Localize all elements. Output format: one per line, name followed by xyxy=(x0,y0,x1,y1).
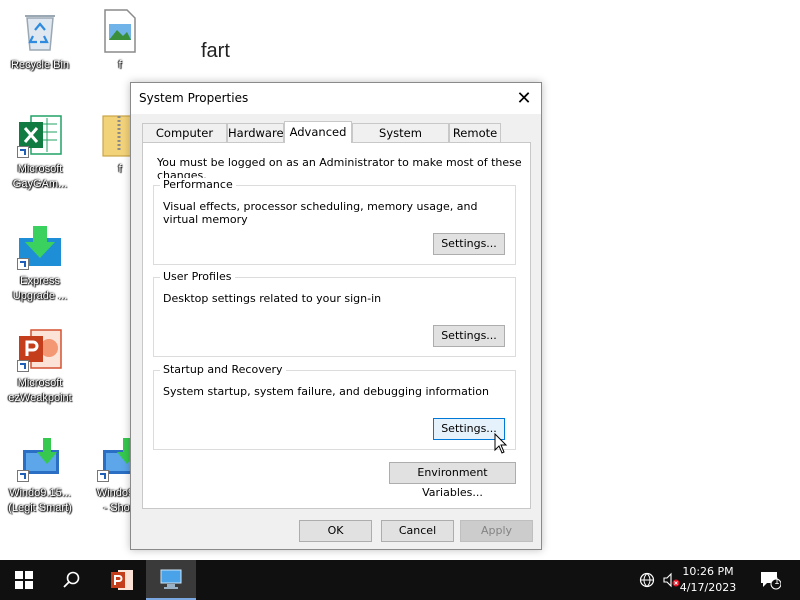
shortcut-arrow-icon xyxy=(97,470,109,482)
group-performance: Performance Visual effects, processor sc… xyxy=(153,178,516,265)
performance-settings-button[interactable]: Settings... xyxy=(433,233,505,255)
desktop-icon-setup-1[interactable]: Windo9.15... (Legit Smart) xyxy=(0,436,80,516)
desktop-icon-recycle-bin[interactable]: Recycle Bin xyxy=(0,8,80,73)
desktop-icon-express-upgrade[interactable]: Express Upgrade ... xyxy=(0,224,80,304)
desktop-icon-label: Windo9.15... (Legit Smart) xyxy=(8,487,72,514)
shortcut-arrow-icon xyxy=(17,360,29,372)
desktop-icon-powerpoint[interactable]: Microsoft ezWeakpoint xyxy=(0,326,80,406)
cancel-button[interactable]: Cancel xyxy=(381,520,454,542)
group-title: Startup and Recovery xyxy=(160,363,286,376)
notification-center-button[interactable]: 1 xyxy=(752,560,788,600)
taskbar-system-properties[interactable] xyxy=(146,560,196,600)
powerpoint-icon xyxy=(111,570,133,590)
start-button[interactable] xyxy=(0,560,48,600)
clock-date: 4/17/2023 xyxy=(679,581,737,594)
desktop-icon-label: Microsoft ezWeakpoint xyxy=(8,377,72,404)
group-startup-recovery: Startup and Recovery System startup, sys… xyxy=(153,363,516,450)
group-description: System startup, system failure, and debu… xyxy=(163,385,489,398)
ok-button[interactable]: OK xyxy=(299,520,372,542)
tab-advanced[interactable]: Advanced xyxy=(284,121,352,143)
download-arrow-icon xyxy=(17,224,63,270)
shortcut-arrow-icon xyxy=(17,146,29,158)
recycle-bin-icon xyxy=(17,8,63,54)
tab-panel-advanced: You must be logged on as an Administrato… xyxy=(142,142,531,509)
notification-count: 1 xyxy=(774,577,780,587)
close-icon[interactable]: ✕ xyxy=(507,83,541,114)
environment-variables-button[interactable]: Environment Variables... xyxy=(389,462,516,499)
group-description: Visual effects, processor scheduling, me… xyxy=(163,200,478,226)
powerpoint-icon xyxy=(17,326,63,372)
taskbar-powerpoint[interactable] xyxy=(98,560,146,600)
network-icon[interactable] xyxy=(636,560,658,600)
desktop-icon-label: Microsoft GayGAm... xyxy=(12,163,68,190)
clock-time: 10:26 PM xyxy=(682,565,734,578)
tab-hardware[interactable]: Hardware xyxy=(227,123,284,142)
group-description: Desktop settings related to your sign-in xyxy=(163,292,382,305)
desktop-text: fart xyxy=(201,40,230,62)
group-user-profiles: User Profiles Desktop settings related t… xyxy=(153,270,516,357)
tab-system-protection[interactable]: System Protection xyxy=(352,123,449,159)
desktop-icon-excel[interactable]: Microsoft GayGAm... xyxy=(0,112,80,192)
search-button[interactable] xyxy=(48,560,96,600)
group-title: User Profiles xyxy=(160,270,235,283)
desktop-icon-label: f xyxy=(118,59,122,71)
image-file-icon xyxy=(97,8,143,54)
shortcut-arrow-icon xyxy=(17,470,29,482)
clock[interactable]: 10:26 PM 4/17/2023 xyxy=(678,564,738,596)
apply-button[interactable]: Apply xyxy=(460,520,533,542)
desktop-icon-label: Express Upgrade ... xyxy=(12,275,68,302)
setup-icon xyxy=(17,436,63,482)
search-icon xyxy=(63,571,80,588)
tab-remote[interactable]: Remote xyxy=(449,123,501,142)
desktop-icon-label: Recycle Bin xyxy=(10,59,70,71)
tab-computer-name[interactable]: Computer Name xyxy=(142,123,227,159)
windows-logo-icon xyxy=(15,571,33,589)
desktop-icon-image-file[interactable]: f xyxy=(80,8,160,73)
excel-icon xyxy=(17,112,63,158)
shortcut-arrow-icon xyxy=(17,258,29,270)
system-properties-dialog: System Properties ✕ Computer Name Hardwa… xyxy=(130,82,542,550)
user-profiles-settings-button[interactable]: Settings... xyxy=(433,325,505,347)
computer-icon xyxy=(160,569,182,589)
mouse-cursor-icon xyxy=(494,433,508,454)
dialog-titlebar[interactable]: System Properties ✕ xyxy=(131,83,541,114)
group-title: Performance xyxy=(160,178,236,191)
taskbar: 10:26 PM 4/17/2023 1 xyxy=(0,560,800,600)
dialog-title: System Properties xyxy=(139,91,249,105)
